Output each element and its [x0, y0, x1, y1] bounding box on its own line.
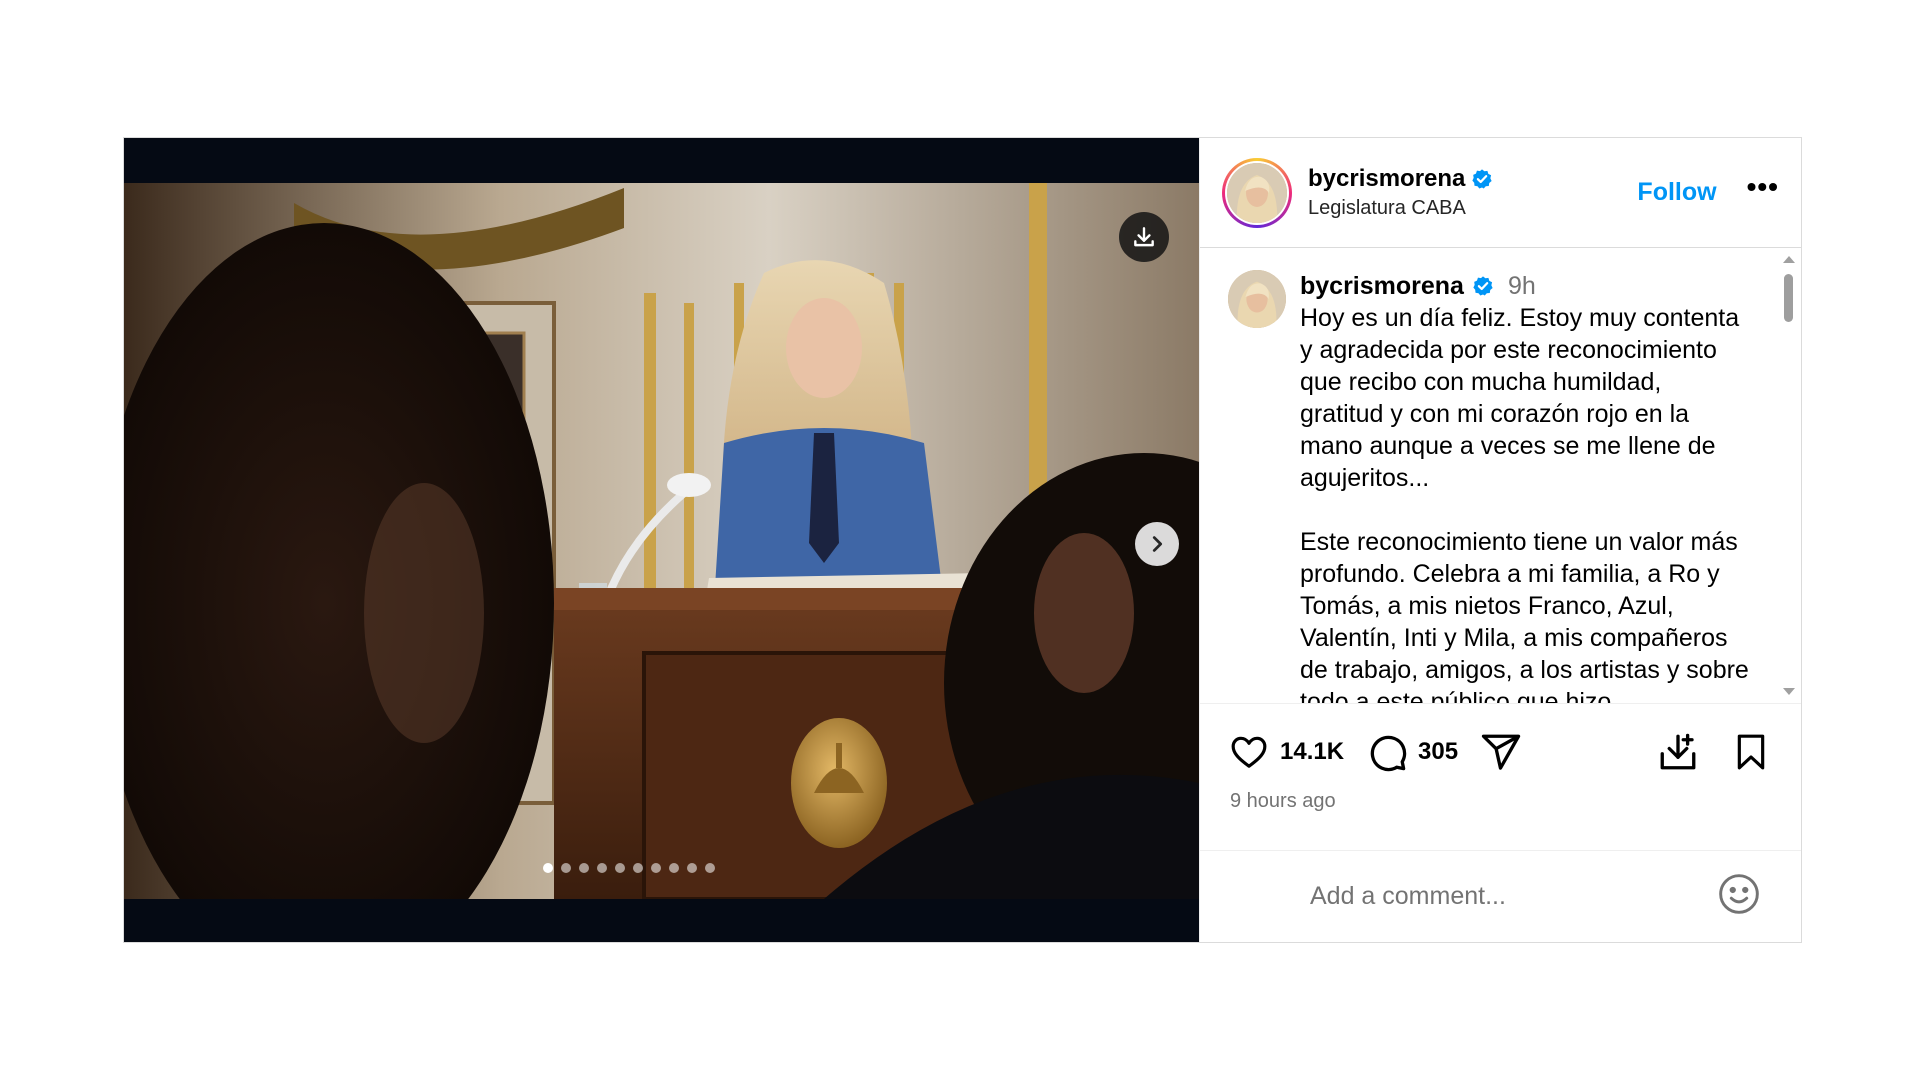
caption: bycrismorena 9h Hoy es un día feliz. Est… — [1200, 248, 1801, 704]
carousel-dot — [633, 863, 643, 873]
post-dialog: bycrismorena Legislatura CABA Follow ••• — [123, 137, 1802, 943]
bookmark-button[interactable] — [1731, 731, 1771, 773]
carousel-dot — [651, 863, 661, 873]
avatar[interactable] — [1227, 162, 1287, 223]
comment-count[interactable]: 305 — [1418, 738, 1458, 766]
post-photo — [124, 183, 1199, 899]
download-icon — [1134, 227, 1154, 247]
header-username[interactable]: bycrismorena — [1308, 165, 1465, 193]
carousel-dot — [669, 863, 679, 873]
comment-form: Add a comment... — [1200, 850, 1801, 942]
carousel-dot — [579, 863, 589, 873]
next-slide-button[interactable] — [1135, 522, 1179, 566]
like-button[interactable] — [1228, 732, 1270, 772]
caption-text: Hoy es un día feliz. Estoy muy contenta … — [1300, 304, 1749, 704]
carousel-dot — [561, 863, 571, 873]
like-count[interactable]: 14.1K — [1280, 738, 1344, 766]
caption-scrollbar[interactable] — [1781, 256, 1795, 695]
emoji-icon — [1719, 874, 1759, 914]
post-header: bycrismorena Legislatura CABA Follow ••• — [1200, 138, 1801, 248]
scroll-up-arrow[interactable] — [1783, 256, 1795, 263]
heart-icon — [1231, 736, 1267, 768]
caption-time[interactable]: 9h — [1508, 270, 1536, 302]
chevron-right-icon — [1152, 536, 1163, 552]
carousel-dot — [705, 863, 715, 873]
action-bar: 14.1K 305 — [1200, 704, 1801, 776]
carousel-indicator — [124, 863, 1199, 873]
caption-username[interactable]: bycrismorena — [1300, 270, 1464, 302]
verified-badge-icon — [1472, 169, 1493, 189]
caption-scroll-area[interactable]: bycrismorena 9h Hoy es un día feliz. Est… — [1200, 248, 1801, 704]
download-button[interactable] — [1119, 212, 1169, 262]
save-to-device-icon — [1660, 733, 1696, 770]
post-timestamp[interactable]: 9 hours ago — [1200, 776, 1801, 813]
carousel-dot — [543, 863, 553, 873]
scroll-thumb[interactable] — [1784, 274, 1793, 322]
verified-badge-icon — [1473, 276, 1493, 296]
carousel-dot — [687, 863, 697, 873]
comment-button[interactable] — [1366, 731, 1408, 773]
carousel-dot — [597, 863, 607, 873]
media-carousel[interactable] — [124, 138, 1199, 942]
emoji-button[interactable] — [1717, 872, 1761, 921]
more-options-button[interactable]: ••• — [1746, 170, 1779, 213]
header-location[interactable]: Legislatura CABA — [1308, 197, 1493, 220]
share-icon — [1481, 734, 1521, 770]
caption-avatar[interactable] — [1228, 270, 1286, 328]
share-button[interactable] — [1480, 731, 1522, 773]
bookmark-icon — [1737, 734, 1765, 770]
comment-input[interactable]: Add a comment... — [1310, 882, 1717, 911]
story-ring[interactable] — [1222, 157, 1292, 228]
save-to-device-button[interactable] — [1657, 731, 1699, 773]
follow-button[interactable]: Follow — [1637, 178, 1716, 207]
scroll-down-arrow[interactable] — [1783, 688, 1795, 695]
carousel-dot — [615, 863, 625, 873]
more-icon: ••• — [1746, 170, 1779, 202]
comment-icon — [1370, 735, 1407, 772]
post-side-panel: bycrismorena Legislatura CABA Follow ••• — [1199, 138, 1801, 942]
header-username-row: bycrismorena — [1308, 165, 1493, 193]
